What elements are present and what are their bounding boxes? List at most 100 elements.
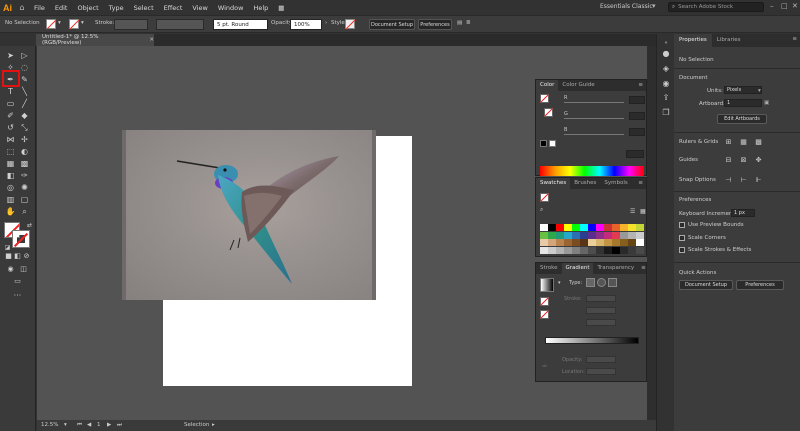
swatch-41[interactable] [556, 246, 564, 254]
first-artboard-icon[interactable]: ⏮ [77, 422, 82, 429]
vertical-scrollbar[interactable] [647, 46, 656, 420]
swatch-21[interactable] [604, 231, 612, 239]
line-tool-icon[interactable]: ╲ [19, 86, 30, 97]
stroke-swatch[interactable] [69, 19, 79, 29]
symbol-sprayer-tool-icon[interactable]: ✺ [19, 182, 30, 193]
color-fill-icon[interactable] [540, 94, 549, 103]
swatch-13[interactable] [540, 231, 548, 239]
menu-view[interactable]: View [187, 4, 212, 12]
snap-to-pixel-icon[interactable]: ⊩ [754, 175, 763, 184]
swatch-4[interactable] [572, 224, 580, 231]
swatch-29[interactable] [564, 239, 572, 246]
units-dropdown[interactable]: Pixels [724, 86, 762, 94]
keyboard-increment-field[interactable]: 1 px [731, 209, 755, 217]
white-swatch[interactable] [549, 140, 556, 147]
tab-brushes[interactable]: Brushes [570, 178, 600, 189]
channel-g-slider[interactable] [564, 118, 624, 119]
variable-width-profile[interactable] [156, 19, 204, 30]
tab-color[interactable]: Color [536, 80, 559, 91]
scale-strokes-checkbox[interactable] [679, 247, 685, 253]
stroke-options-field[interactable] [586, 295, 616, 302]
swatch-0[interactable] [540, 224, 548, 231]
type-tool-icon[interactable]: T [5, 86, 16, 97]
swatches-menu-icon[interactable]: ≡ [635, 178, 646, 189]
swatch-44[interactable] [580, 246, 588, 254]
swatch-18[interactable] [580, 231, 588, 239]
gradient-slider[interactable] [545, 337, 639, 344]
channel-b-value[interactable] [629, 128, 645, 136]
edit-artboards-button[interactable]: Edit Artboards [717, 114, 767, 124]
lasso-tool-icon[interactable]: ◌ [19, 62, 30, 73]
puppet-warp-tool-icon[interactable]: ✢ [19, 134, 30, 145]
width-tool-icon[interactable]: ⋈ [5, 134, 16, 145]
arrange-icon[interactable]: ▦ [273, 4, 289, 12]
swatch-43[interactable] [572, 246, 580, 254]
swatch-9[interactable] [612, 224, 620, 231]
zoom-chevron-icon[interactable]: ▾ [64, 422, 67, 428]
swatches-fill-icon[interactable] [540, 193, 549, 202]
swatch-27[interactable] [548, 239, 556, 246]
hummingbird-photo[interactable] [122, 130, 376, 300]
perspective-grid-tool-icon[interactable]: ▦ [5, 158, 16, 169]
artboard-number[interactable]: 1 [97, 422, 101, 428]
close-tab-icon[interactable]: ✕ [149, 37, 154, 43]
swatch-20[interactable] [596, 231, 604, 239]
eyedropper-tool-icon[interactable]: ✑ [19, 170, 30, 181]
gradient-thumbnail[interactable] [540, 278, 554, 292]
prev-artboard-icon[interactable]: ◀ [87, 422, 91, 428]
swatch-11[interactable] [628, 224, 636, 231]
swatch-15[interactable] [556, 231, 564, 239]
gradient-tool-icon[interactable]: ◧ [5, 170, 16, 181]
artboard-dropdown[interactable]: 1 [724, 99, 762, 107]
workspace-chevron-icon[interactable]: ▾ [652, 2, 662, 12]
eraser-tool-icon[interactable]: ◆ [19, 110, 30, 121]
swatch-2[interactable] [556, 224, 564, 231]
list-view-icon[interactable]: ☰ [630, 208, 635, 215]
minimize-icon[interactable]: – [770, 2, 774, 10]
channel-r-slider[interactable] [564, 102, 624, 103]
tab-gradient[interactable]: Gradient [561, 263, 594, 274]
swatch-38[interactable] [636, 239, 644, 246]
graph-tool-icon[interactable]: ▥ [5, 194, 16, 205]
gradient-menu-icon[interactable]: ≡ [638, 263, 649, 274]
swatch-10[interactable] [620, 224, 628, 231]
stroke-dropdown-icon[interactable]: ▾ [81, 20, 84, 26]
swatch-3[interactable] [564, 224, 572, 231]
swatch-24[interactable] [628, 231, 636, 239]
swatch-31[interactable] [580, 239, 588, 246]
artboard-tool-icon[interactable]: ▢ [19, 194, 30, 205]
swatch-32[interactable] [588, 239, 596, 246]
swatch-45[interactable] [588, 246, 596, 254]
zoom-level[interactable]: 12.5% [41, 422, 58, 428]
swap-fill-stroke-icon[interactable]: ⇄ [24, 220, 35, 231]
swatch-5[interactable] [580, 224, 588, 231]
opacity-chevron-icon[interactable]: › [325, 20, 327, 26]
export-icon[interactable]: ⇪ [661, 92, 671, 102]
swatch-36[interactable] [620, 239, 628, 246]
swatch-14[interactable] [548, 231, 556, 239]
swatch-12[interactable] [636, 224, 644, 231]
swatch-28[interactable] [556, 239, 564, 246]
swatch-8[interactable] [604, 224, 612, 231]
menu-file[interactable]: File [29, 4, 50, 12]
transparency-grid-icon[interactable]: ▩ [754, 137, 763, 146]
document-setup-button[interactable]: Document Setup [369, 19, 415, 30]
swatch-51[interactable] [636, 246, 644, 254]
color-spectrum[interactable] [540, 166, 644, 176]
channel-r-value[interactable] [629, 96, 645, 104]
channel-g-value[interactable] [629, 112, 645, 120]
none-mode-icon[interactable]: ⊘ [21, 251, 32, 262]
stroke-color-box[interactable] [12, 230, 30, 248]
status-chevron-icon[interactable]: ▸ [212, 422, 215, 428]
fill-swatch[interactable] [46, 19, 56, 29]
grid-icon[interactable]: ▦ [739, 137, 748, 146]
show-guides-icon[interactable]: ⊟ [724, 155, 733, 164]
tab-stroke[interactable]: Stroke [536, 263, 562, 274]
hex-field[interactable] [626, 150, 644, 158]
layers-icon[interactable]: ◈ [661, 63, 671, 73]
edit-toolbar-icon[interactable]: ··· [12, 290, 23, 301]
tab-symbols[interactable]: Symbols [600, 178, 631, 189]
swatch-7[interactable] [596, 224, 604, 231]
tab-swatches[interactable]: Swatches [536, 178, 571, 189]
gpu-performance-icon[interactable]: ≣ [466, 20, 471, 26]
